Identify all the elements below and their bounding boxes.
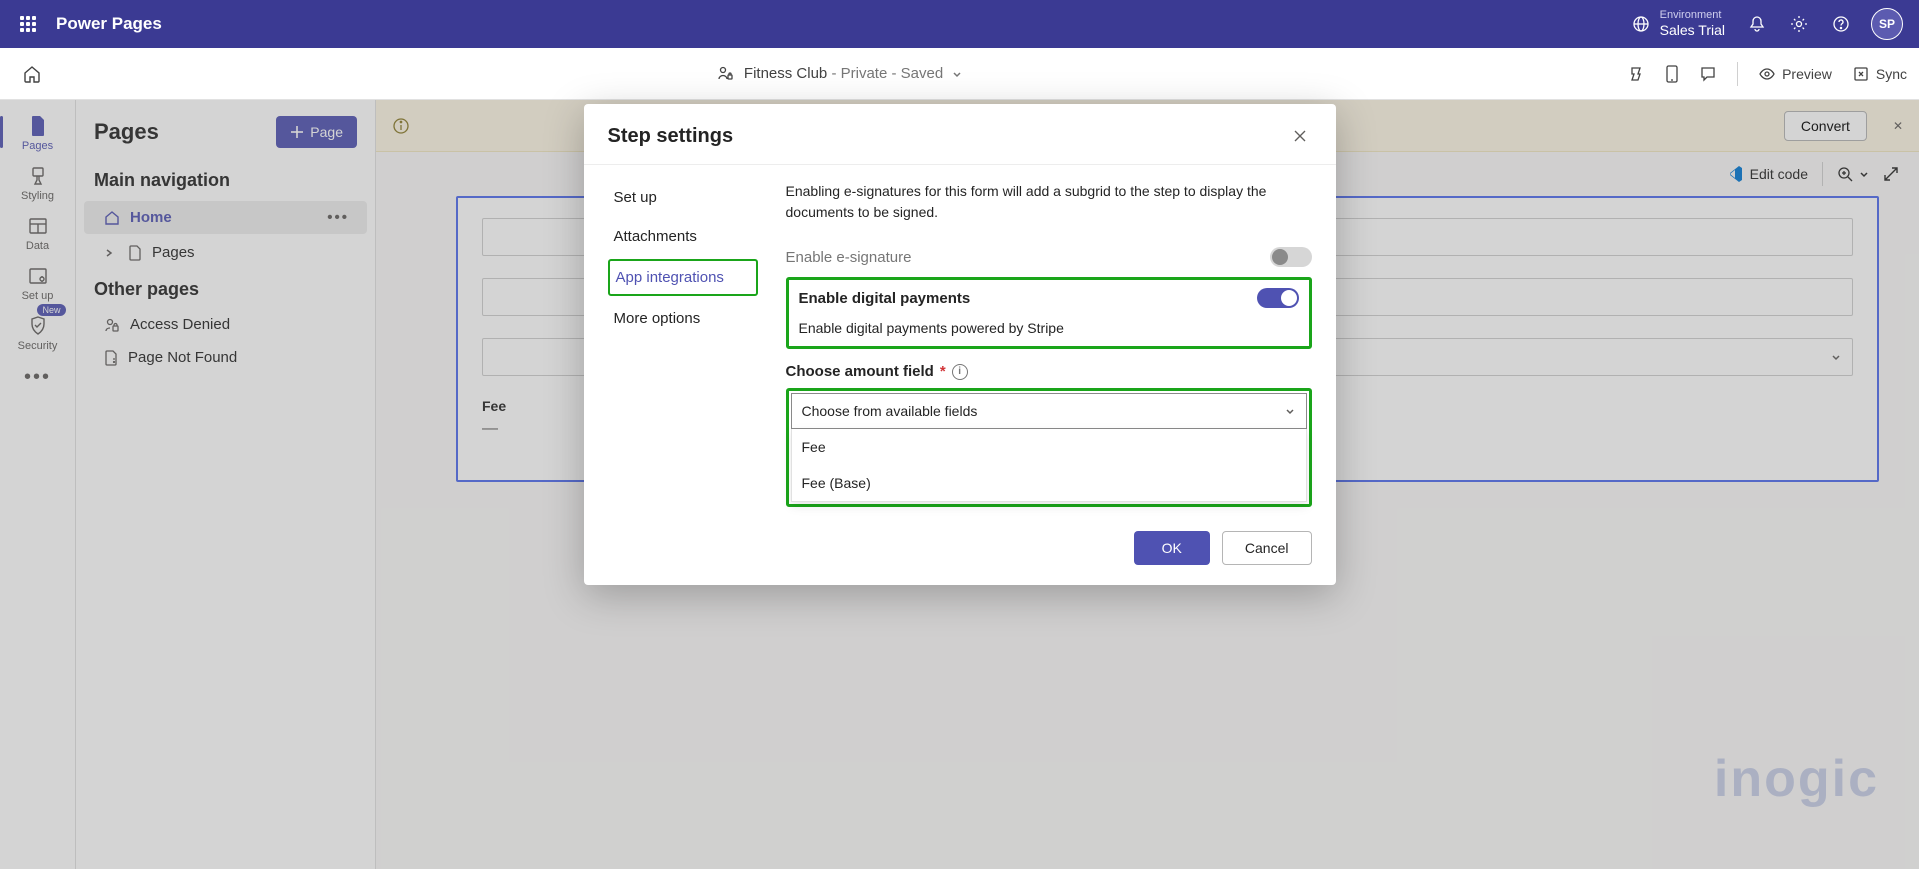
digital-payments-section: Enable digital payments Enable digital p… bbox=[786, 277, 1312, 349]
modal-title: Step settings bbox=[608, 125, 734, 148]
environment-picker[interactable]: Environment Sales Trial bbox=[1632, 9, 1725, 39]
cancel-button[interactable]: Cancel bbox=[1222, 531, 1312, 565]
app-launcher-icon[interactable] bbox=[8, 4, 48, 44]
enable-payments-label: Enable digital payments bbox=[799, 290, 971, 307]
enable-payments-toggle[interactable] bbox=[1257, 288, 1299, 308]
required-indicator: * bbox=[940, 363, 946, 380]
sync-button[interactable]: Sync bbox=[1852, 65, 1907, 83]
copilot-icon[interactable] bbox=[1627, 65, 1645, 83]
site-name-dropdown[interactable]: Fitness Club - Private - Saved bbox=[716, 64, 963, 84]
sync-icon bbox=[1852, 65, 1870, 83]
app-title: Power Pages bbox=[56, 14, 162, 34]
settings-icon[interactable] bbox=[1787, 12, 1811, 36]
site-status-text: - Private - Saved bbox=[827, 65, 943, 82]
enable-esignature-label: Enable e-signature bbox=[786, 249, 912, 266]
modal-close-button[interactable] bbox=[1288, 124, 1312, 148]
user-avatar[interactable]: SP bbox=[1871, 8, 1903, 40]
dropdown-options: Fee Fee (Base) bbox=[791, 429, 1307, 502]
amount-field-dropdown[interactable]: Choose from available fields bbox=[791, 393, 1307, 429]
option-fee-base[interactable]: Fee (Base) bbox=[792, 465, 1306, 501]
top-header: Power Pages Environment Sales Trial SP bbox=[0, 0, 1919, 48]
tab-attachments[interactable]: Attachments bbox=[608, 220, 758, 253]
help-icon[interactable] bbox=[1829, 12, 1853, 36]
modal-overlay: Step settings Set up Attachments App int… bbox=[0, 100, 1919, 869]
people-lock-icon bbox=[716, 64, 736, 84]
ok-button[interactable]: OK bbox=[1134, 531, 1210, 565]
eye-icon bbox=[1758, 65, 1776, 83]
globe-icon bbox=[1632, 15, 1650, 33]
payments-description: Enable digital payments powered by Strip… bbox=[799, 320, 1299, 336]
tab-app-integrations[interactable]: App integrations bbox=[608, 259, 758, 296]
choose-amount-label: Choose amount field bbox=[786, 363, 934, 380]
tab-setup[interactable]: Set up bbox=[608, 181, 758, 214]
command-bar: Fitness Club - Private - Saved Preview S… bbox=[0, 48, 1919, 100]
notifications-icon[interactable] bbox=[1745, 12, 1769, 36]
step-settings-modal: Step settings Set up Attachments App int… bbox=[584, 104, 1336, 585]
chevron-down-icon bbox=[951, 68, 963, 80]
site-name-text: Fitness Club bbox=[744, 65, 827, 82]
environment-value: Sales Trial bbox=[1660, 22, 1725, 39]
mobile-preview-icon[interactable] bbox=[1665, 65, 1679, 83]
chevron-down-icon bbox=[1284, 405, 1296, 417]
info-icon[interactable]: i bbox=[952, 364, 968, 380]
home-icon[interactable] bbox=[12, 54, 52, 94]
environment-label: Environment bbox=[1660, 9, 1725, 22]
tab-more-options[interactable]: More options bbox=[608, 302, 758, 335]
close-icon bbox=[1292, 128, 1308, 144]
option-fee[interactable]: Fee bbox=[792, 429, 1306, 465]
modal-tabs: Set up Attachments App integrations More… bbox=[608, 181, 758, 507]
enable-esignature-toggle[interactable] bbox=[1270, 247, 1312, 267]
amount-field-dropdown-wrap: Choose from available fields Fee Fee (Ba… bbox=[786, 388, 1312, 507]
preview-button[interactable]: Preview bbox=[1758, 65, 1832, 83]
feedback-icon[interactable] bbox=[1699, 65, 1717, 83]
esignature-description: Enabling e-signatures for this form will… bbox=[786, 181, 1312, 223]
